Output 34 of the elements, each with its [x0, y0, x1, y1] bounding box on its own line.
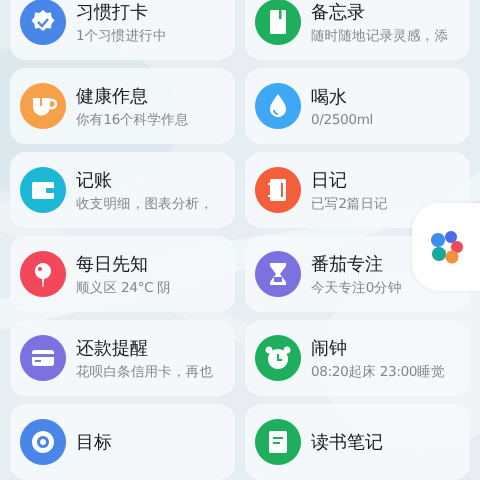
tool-subtitle: 今天专注0分钟 — [311, 278, 402, 296]
tool-subtitle: 1个习惯进行中 — [76, 26, 166, 44]
tool-card[interactable]: 每日先知 顺义区 24°C 阴 — [10, 236, 235, 312]
tool-card[interactable]: 记账 收支明细，图表分析， — [10, 152, 235, 228]
tool-card[interactable]: 目标 — [10, 404, 235, 480]
tool-subtitle: 花呗白条信用卡，再也 — [76, 362, 214, 380]
tool-card[interactable]: 健康作息 你有16个科学作息 — [10, 68, 235, 144]
tool-title: 记账 — [76, 168, 113, 192]
tool-title: 番茄专注 — [311, 252, 384, 276]
tool-title: 备忘录 — [311, 0, 366, 24]
tool-subtitle: 已写2篇日记 — [311, 194, 388, 212]
tool-card[interactable]: 备忘录 随时随地记录灵感，添 — [245, 0, 470, 60]
tool-subtitle: 0/2500ml — [311, 112, 373, 128]
tool-card[interactable]: 喝水 0/2500ml — [245, 68, 470, 144]
tool-title: 日记 — [311, 168, 348, 192]
tool-card[interactable]: 还款提醒 花呗白条信用卡，再也 — [10, 320, 235, 396]
tool-card[interactable]: 习惯打卡 1个习惯进行中 — [10, 0, 235, 60]
tool-subtitle: 你有16个科学作息 — [76, 110, 188, 128]
tool-title: 目标 — [76, 431, 112, 454]
tool-card[interactable]: 闹钟 08:20起床 23:00睡觉 — [245, 320, 470, 396]
tool-card[interactable]: 读书笔记 — [245, 404, 470, 480]
tool-subtitle: 顺义区 24°C 阴 — [76, 278, 171, 296]
tool-title: 读书笔记 — [311, 431, 383, 454]
tool-card[interactable]: 日记 已写2篇日记 — [245, 152, 470, 228]
tool-subtitle: 08:20起床 23:00睡觉 — [311, 362, 445, 380]
tool-title: 闹钟 — [311, 336, 348, 360]
tool-title: 习惯打卡 — [76, 0, 149, 24]
tool-title: 健康作息 — [76, 84, 149, 108]
tool-title: 还款提醒 — [76, 336, 149, 360]
tool-subtitle: 收支明细，图表分析， — [76, 194, 214, 212]
tool-title: 每日先知 — [76, 252, 149, 276]
floating-button[interactable] — [412, 203, 480, 291]
tool-title: 喝水 — [311, 86, 348, 108]
tool-subtitle: 随时随地记录灵感，添 — [311, 26, 448, 44]
